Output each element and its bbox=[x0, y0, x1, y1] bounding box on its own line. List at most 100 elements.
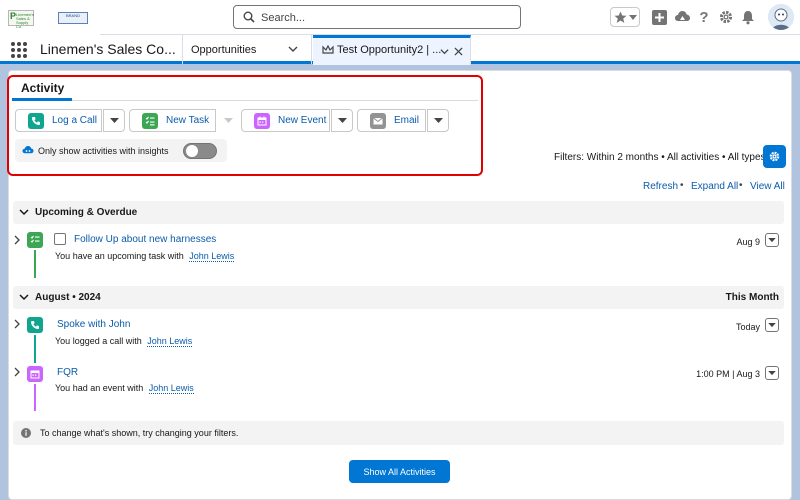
email-menu-button[interactable] bbox=[427, 109, 449, 132]
global-actions-button[interactable] bbox=[650, 6, 668, 28]
trailhead-button[interactable] bbox=[672, 6, 692, 28]
filter-settings-button[interactable] bbox=[763, 145, 786, 168]
activity-description: You have an upcoming task with John Lewi… bbox=[55, 251, 235, 262]
insights-label: Only show activities with insights bbox=[38, 146, 169, 156]
tab-test-opportunity2[interactable]: Test Opportunity2 | ... bbox=[313, 35, 471, 65]
expand-all-link[interactable]: Expand All bbox=[691, 181, 738, 192]
contact-link[interactable]: John Lewis bbox=[147, 336, 193, 347]
company-logo-right: BRAND bbox=[58, 12, 88, 24]
section-period-label: This Month bbox=[725, 292, 779, 303]
calendar-icon bbox=[27, 366, 43, 382]
activity-menu-button[interactable] bbox=[765, 366, 779, 380]
filter-info-banner: To change what's shown, try changing you… bbox=[13, 421, 784, 445]
activity-description: You had an event with John Lewis bbox=[55, 383, 194, 394]
chevron-down-icon bbox=[768, 370, 776, 375]
activity-date: Aug 9 bbox=[736, 237, 760, 247]
timeline-line bbox=[34, 335, 36, 363]
link-separator: • bbox=[680, 180, 684, 191]
app-name: Linemen's Sales Co... bbox=[40, 41, 176, 57]
insights-toggle[interactable] bbox=[183, 143, 217, 159]
task-icon bbox=[142, 112, 158, 129]
contact-link[interactable]: John Lewis bbox=[189, 251, 235, 262]
chevron-down-icon[interactable] bbox=[440, 47, 449, 56]
opportunity-crown-icon bbox=[322, 45, 334, 54]
new-event-button[interactable]: New Event bbox=[241, 109, 330, 132]
plus-icon bbox=[651, 9, 667, 25]
active-tab-underline bbox=[12, 98, 72, 101]
activity-body-text: You have an upcoming task with bbox=[55, 251, 184, 261]
chevron-down-icon bbox=[109, 117, 119, 123]
new-event-menu-button[interactable] bbox=[331, 109, 353, 132]
section-title: August • 2024 bbox=[35, 292, 101, 303]
favorites-button[interactable] bbox=[610, 7, 640, 27]
setup-button[interactable] bbox=[718, 6, 734, 28]
call-icon bbox=[28, 112, 44, 129]
chevron-down-icon bbox=[433, 117, 443, 123]
chevron-down-icon bbox=[768, 322, 776, 327]
button-label: Log a Call bbox=[52, 115, 98, 126]
log-a-call-menu-button[interactable] bbox=[103, 109, 125, 132]
tab-label: Test Opportunity2 | ... bbox=[337, 44, 442, 56]
section-upcoming-overdue[interactable]: Upcoming & Overdue bbox=[13, 201, 784, 224]
avatar-icon bbox=[768, 4, 794, 30]
section-august-2024[interactable]: August • 2024 This Month bbox=[13, 286, 784, 309]
global-header: P Linemen's Sales & Supply Co. BRAND Sear… bbox=[0, 0, 800, 35]
close-icon[interactable] bbox=[454, 47, 463, 56]
search-icon bbox=[243, 11, 255, 23]
search-placeholder: Search... bbox=[261, 12, 306, 24]
star-icon bbox=[614, 11, 627, 23]
button-label: New Task bbox=[166, 115, 210, 126]
view-all-link[interactable]: View All bbox=[750, 181, 785, 192]
activity-subject-link[interactable]: Spoke with John bbox=[57, 319, 130, 330]
chevron-down-icon bbox=[19, 209, 29, 216]
app-navigation-bar: Linemen's Sales Co... Opportunities Test… bbox=[0, 35, 800, 65]
tab-label: Opportunities bbox=[191, 44, 257, 56]
chevron-down-icon bbox=[223, 117, 233, 123]
timeline-line bbox=[34, 250, 36, 278]
activity-date: 1:00 PM | Aug 3 bbox=[696, 369, 760, 379]
expand-chevron-right-icon[interactable] bbox=[12, 235, 22, 245]
activity-menu-button[interactable] bbox=[765, 318, 779, 332]
toggle-knob bbox=[186, 145, 198, 157]
einstein-icon bbox=[22, 146, 34, 154]
contact-link[interactable]: John Lewis bbox=[148, 383, 194, 394]
notifications-button[interactable] bbox=[740, 6, 756, 28]
activity-subject-link[interactable]: FQR bbox=[57, 367, 78, 378]
bell-icon bbox=[742, 10, 754, 24]
activity-date: Today bbox=[735, 322, 760, 332]
section-title: Upcoming & Overdue bbox=[35, 207, 138, 218]
new-task-menu-button[interactable] bbox=[217, 109, 239, 132]
org-logo[interactable]: P Linemen's Sales & Supply Co. BRAND bbox=[0, 0, 100, 35]
email-icon bbox=[370, 112, 386, 129]
chevron-down-icon bbox=[768, 237, 776, 242]
button-label: New Event bbox=[278, 115, 327, 126]
activity-description: You logged a call with John Lewis bbox=[55, 336, 193, 347]
email-button[interactable]: Email bbox=[357, 109, 426, 132]
tab-divider bbox=[12, 100, 478, 101]
chevron-down-icon[interactable] bbox=[287, 43, 299, 55]
log-a-call-button[interactable]: Log a Call bbox=[15, 109, 102, 132]
task-complete-checkbox[interactable] bbox=[54, 233, 66, 245]
new-task-button[interactable]: New Task bbox=[129, 109, 216, 132]
user-avatar[interactable] bbox=[768, 4, 794, 30]
logo-left-text: Linemen's Sales & Supply Co. bbox=[16, 12, 35, 29]
activity-body-text: You had an event with bbox=[55, 383, 144, 393]
global-search-input[interactable]: Search... bbox=[233, 5, 521, 29]
expand-chevron-right-icon[interactable] bbox=[12, 367, 22, 377]
show-all-activities-button[interactable]: Show All Activities bbox=[349, 460, 450, 483]
timeline-line bbox=[34, 384, 36, 411]
activity-body-text: You logged a call with bbox=[55, 336, 142, 346]
trailhead-icon bbox=[674, 10, 690, 21]
logo-right-text: BRAND bbox=[65, 13, 80, 18]
expand-chevron-right-icon[interactable] bbox=[12, 319, 22, 329]
refresh-link[interactable]: Refresh bbox=[643, 181, 678, 192]
task-icon bbox=[27, 232, 43, 248]
chevron-down-icon bbox=[19, 294, 29, 301]
company-logo-left: P Linemen's Sales & Supply Co. bbox=[8, 10, 35, 29]
activity-subject-link[interactable]: Follow Up about new harnesses bbox=[74, 234, 216, 245]
chevron-down-icon[interactable] bbox=[629, 15, 637, 21]
help-button[interactable]: ? bbox=[696, 6, 712, 28]
activity-menu-button[interactable] bbox=[765, 233, 779, 247]
app-launcher-icon[interactable] bbox=[10, 41, 28, 59]
help-icon: ? bbox=[699, 8, 709, 26]
